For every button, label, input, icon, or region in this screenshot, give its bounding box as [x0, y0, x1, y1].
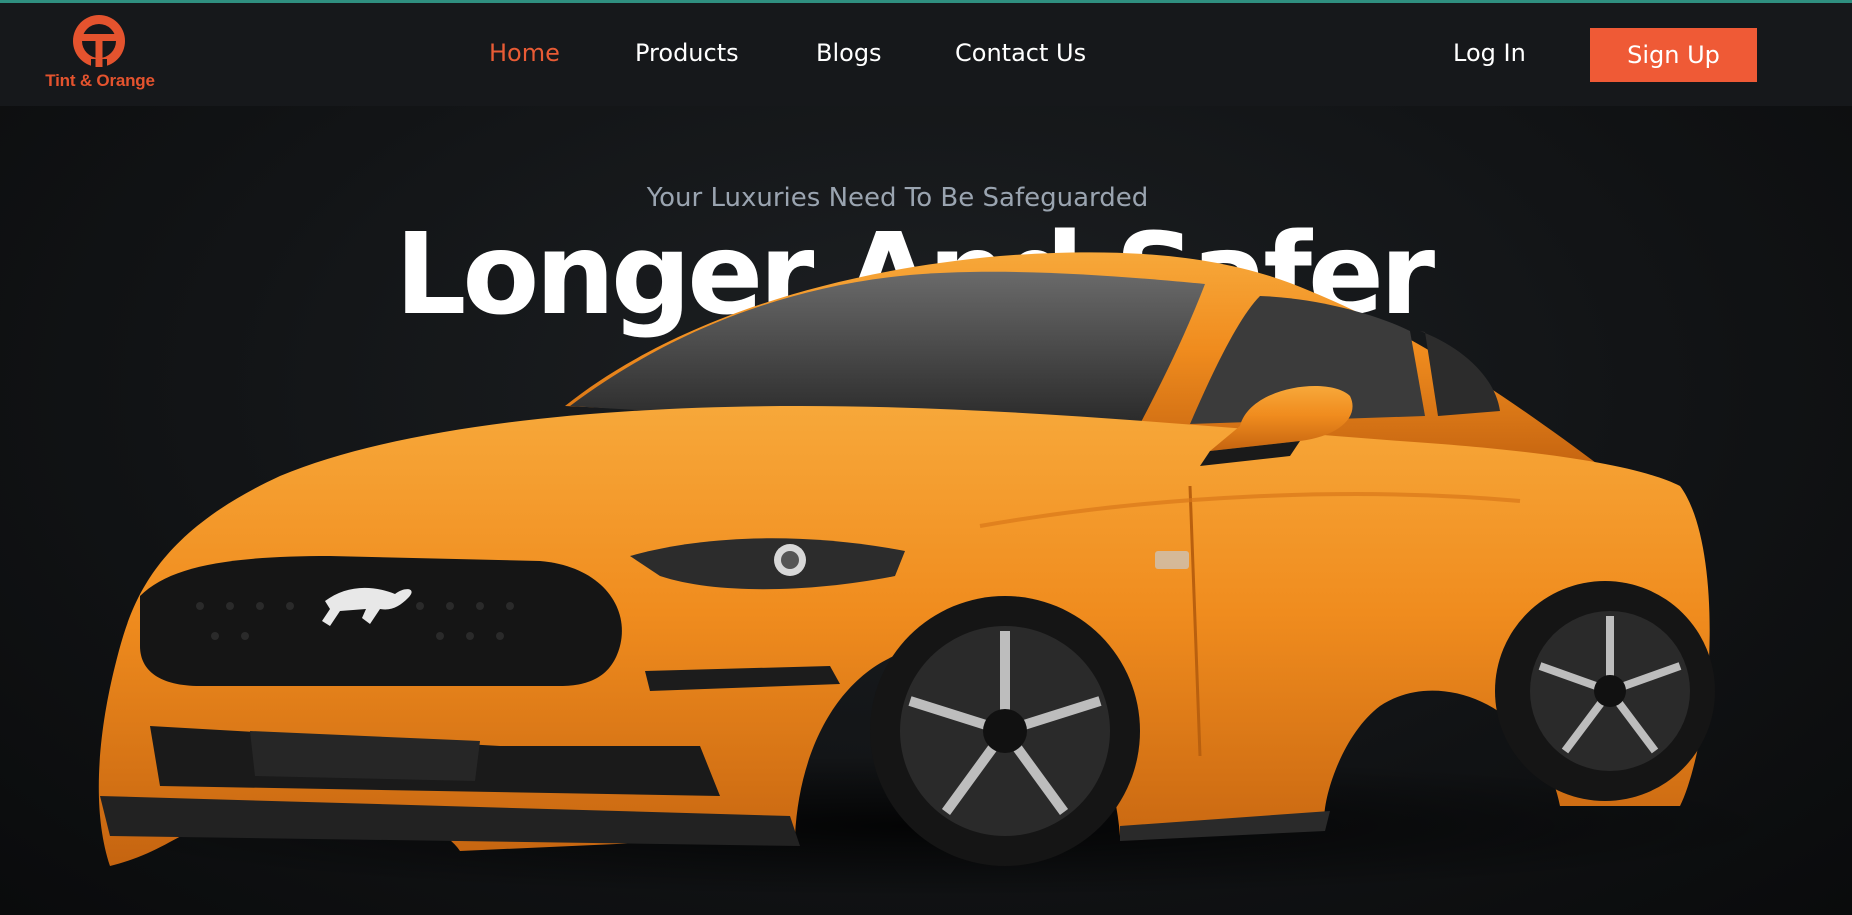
nav-link-blogs[interactable]: Blogs [816, 39, 882, 67]
nav-link-contact-us[interactable]: Contact Us [955, 39, 1086, 67]
hero-section: Your Luxuries Need To Be Safeguarded Lon… [0, 106, 1852, 915]
nav-link-products[interactable]: Products [635, 39, 739, 67]
nav-link-home[interactable]: Home [489, 39, 560, 67]
hero-car-image [70, 252, 1790, 896]
signup-button[interactable]: Sign Up [1590, 28, 1757, 82]
brand-name: Tint & Orange [45, 71, 155, 90]
logo-mark-icon [73, 15, 125, 69]
brand-logo[interactable]: Tint & Orange [36, 13, 164, 97]
login-link[interactable]: Log In [1453, 39, 1526, 67]
navbar: Tint & Orange Home Products Blogs Contac… [0, 3, 1852, 106]
